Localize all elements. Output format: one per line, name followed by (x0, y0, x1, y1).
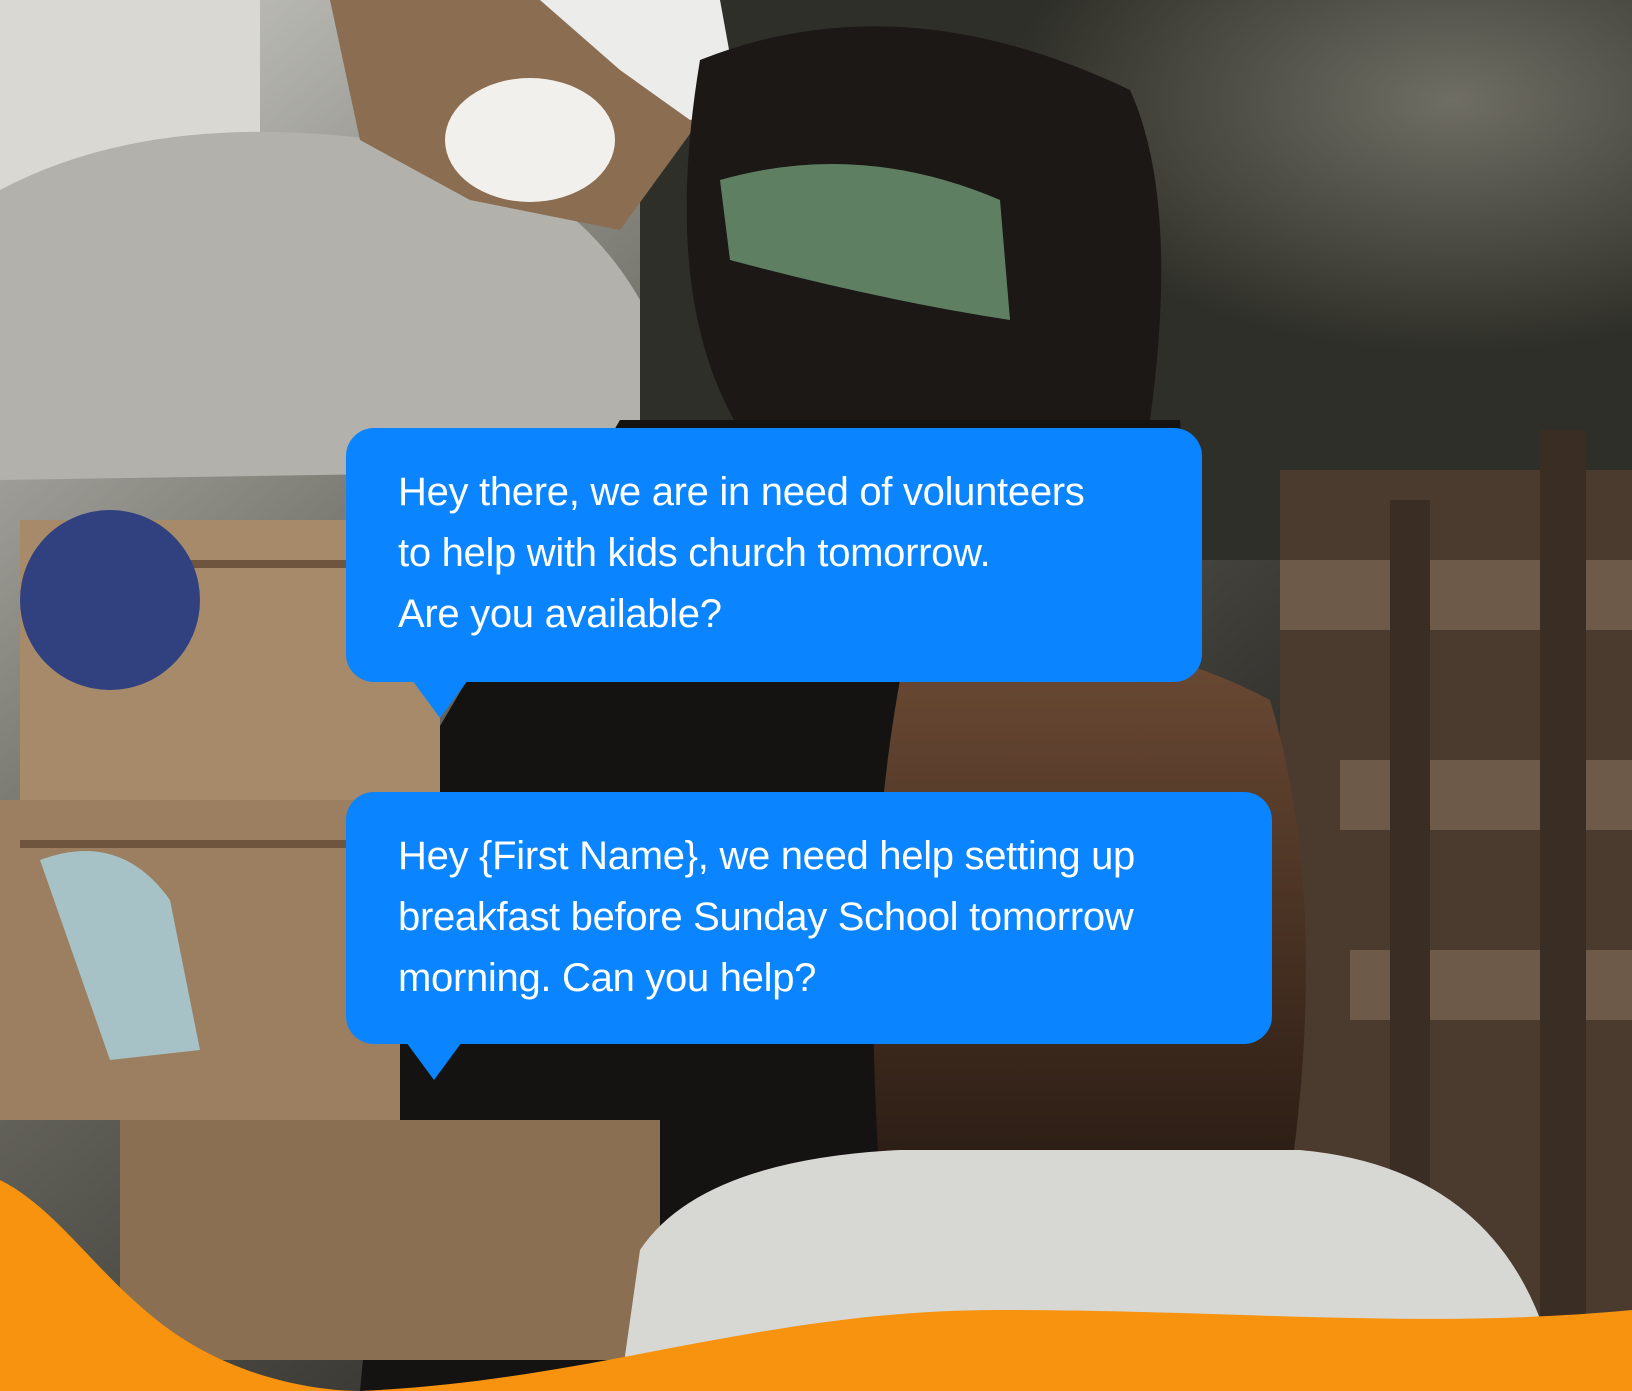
volunteers-photo (0, 0, 1632, 1391)
message-line: Hey {First Name}, we need help setting u… (398, 834, 1135, 878)
message-line: Are you available? (398, 592, 722, 636)
bubble-tail (406, 1042, 462, 1080)
hero-image: Hey there, we are in need of volunteers … (0, 0, 1632, 1391)
message-line: Hey there, we are in need of volunteers (398, 470, 1085, 514)
message-line: breakfast before Sunday School tomorrow (398, 895, 1134, 939)
message-line: to help with kids church tomorrow. (398, 531, 991, 575)
bubble-tail (412, 680, 468, 718)
message-line: morning. Can you help? (398, 956, 817, 1000)
message-bubble: Hey there, we are in need of volunteers … (346, 428, 1202, 682)
message-bubble: Hey {First Name}, we need help setting u… (346, 792, 1272, 1044)
